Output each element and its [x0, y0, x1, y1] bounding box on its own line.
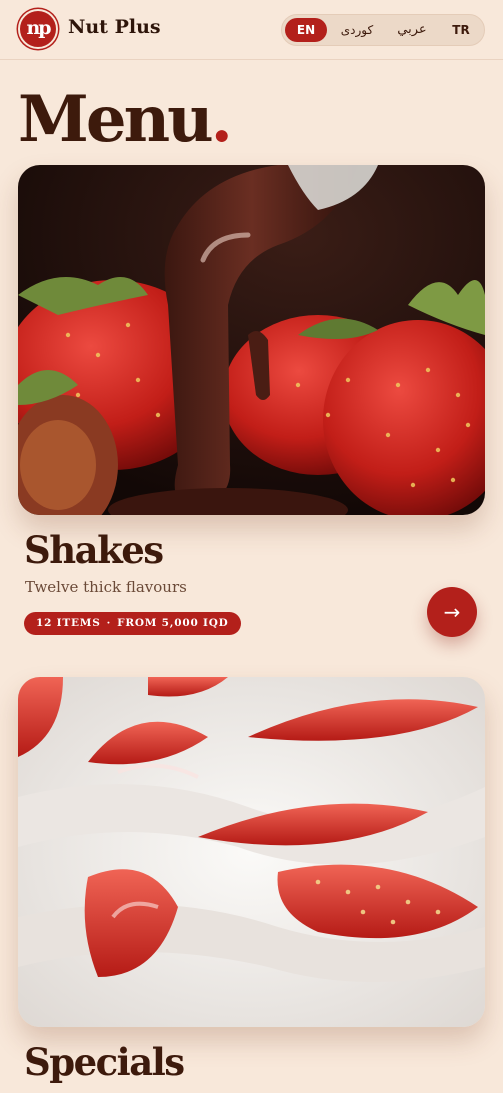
- page-title-text: Menu: [18, 82, 214, 157]
- title-dot: .: [210, 82, 233, 157]
- page-title: Menu.: [18, 82, 233, 158]
- open-shakes-button[interactable]: →: [427, 587, 477, 637]
- language-switcher: EN کوردی عربي TR: [281, 14, 485, 46]
- item-count: 12 ITEMS: [36, 617, 101, 629]
- chocolate-strawberries-photo: [18, 165, 485, 515]
- brand-name: Nut Plus: [68, 16, 161, 38]
- language-option-kurdish[interactable]: کوردی: [334, 18, 380, 42]
- top-bar: np Nut Plus EN کوردی عربي TR: [0, 0, 503, 60]
- menu-page: np Nut Plus EN کوردی عربي TR Menu. Shake…: [0, 0, 503, 1093]
- language-option-en[interactable]: EN: [285, 18, 327, 42]
- category-title-shakes[interactable]: Shakes: [24, 528, 164, 572]
- badge-separator: ·: [106, 617, 112, 629]
- price-from: FROM 5,000 IQD: [117, 617, 229, 629]
- category-title-specials[interactable]: Specials: [24, 1040, 185, 1084]
- arrow-right-icon: →: [443, 600, 461, 624]
- shakes-image[interactable]: [18, 165, 485, 515]
- brand-logo[interactable]: np: [18, 9, 58, 49]
- specials-image[interactable]: [18, 677, 485, 1027]
- language-option-arabic[interactable]: عربي: [390, 18, 434, 42]
- category-description: Twelve thick flavours: [25, 578, 187, 596]
- strawberries-cream-photo: [18, 677, 485, 1027]
- language-option-tr[interactable]: TR: [442, 18, 480, 42]
- category-info-badge: 12 ITEMS · FROM 5,000 IQD: [24, 612, 241, 635]
